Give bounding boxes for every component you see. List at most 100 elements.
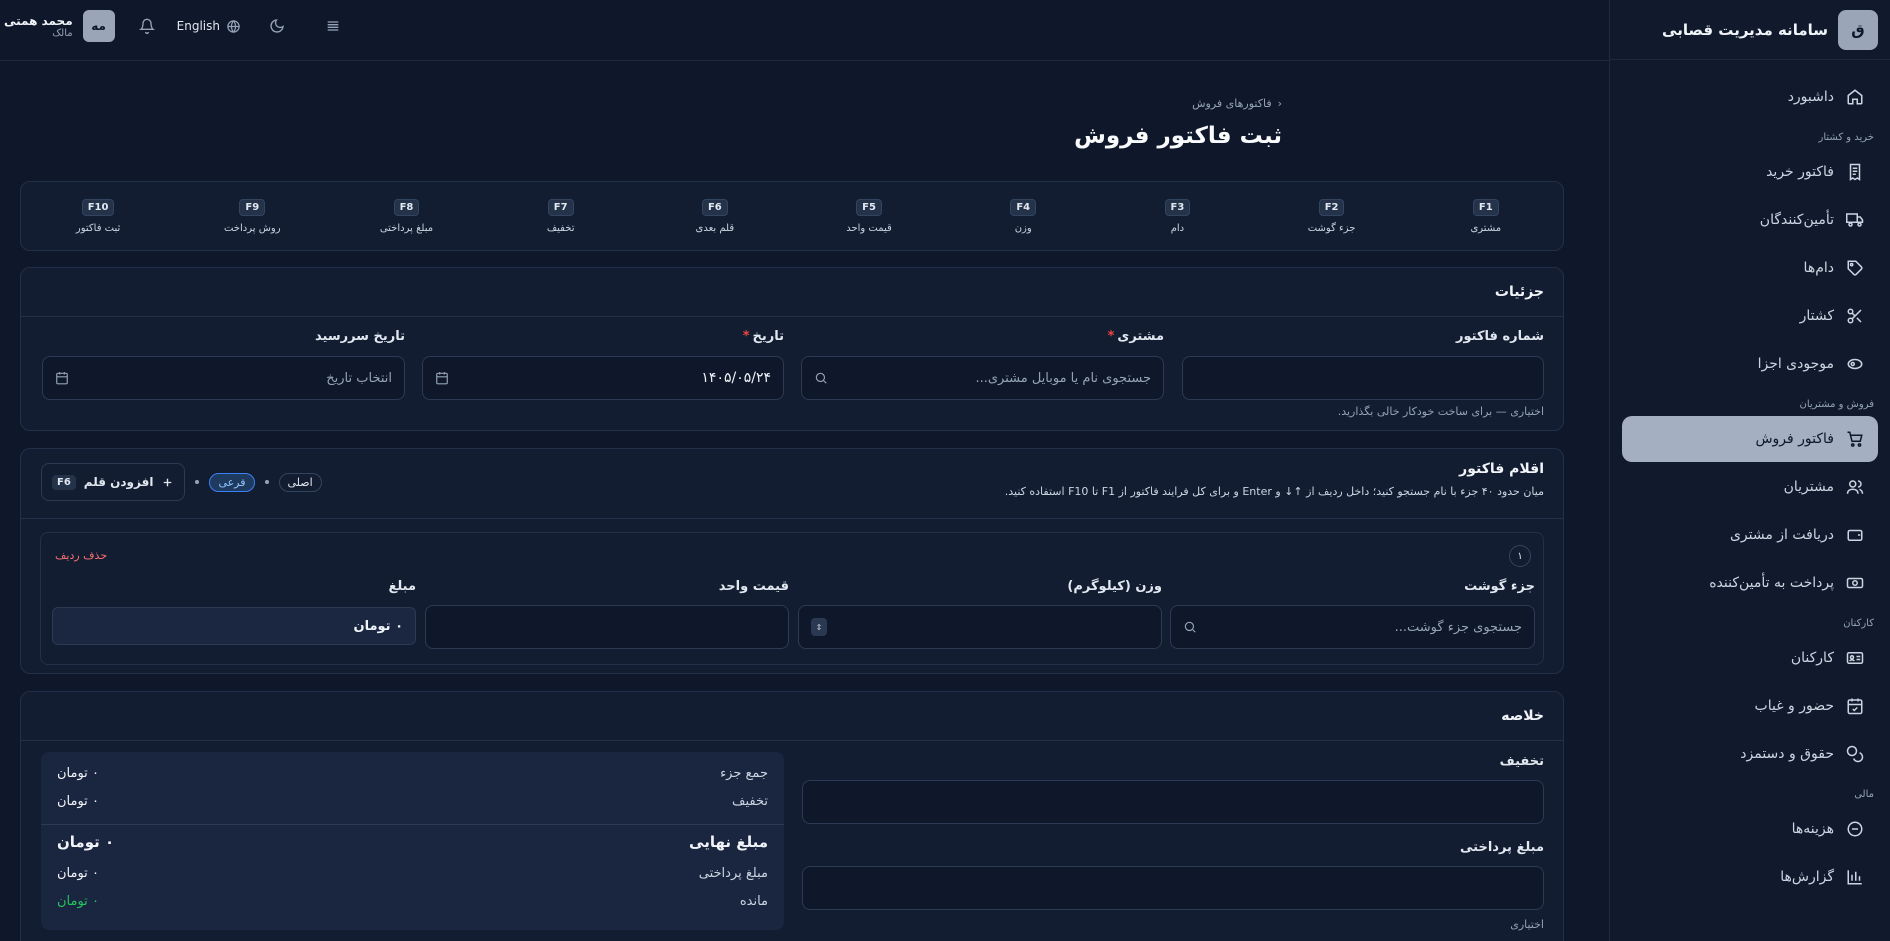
sidebar-item-attendance[interactable]: حضور و غیاب: [1622, 683, 1878, 729]
delete-row-button[interactable]: حذف ردیف: [55, 549, 107, 562]
calendar-icon: [436, 372, 448, 385]
shortcut-key: F4: [1010, 198, 1037, 216]
globe-icon: [227, 19, 240, 33]
sidebar-item-label: کارکنان: [1790, 650, 1834, 666]
due-date-placeholder: انتخاب تاریخ: [326, 370, 392, 386]
part-search-input[interactable]: جستجوی جزء گوشت...: [1170, 605, 1535, 649]
cart-icon: [1847, 431, 1863, 447]
shortcut-key: F7: [547, 198, 574, 216]
bar-chart-icon: [1847, 870, 1862, 885]
weight-input[interactable]: ⇕: [798, 605, 1162, 649]
stepper-icon[interactable]: ⇕: [811, 618, 827, 636]
breadcrumb: ‹ فاکتورهای فروش: [1192, 97, 1282, 110]
sidebar-item-label: حضور و غیاب: [1754, 698, 1834, 714]
shortcut-f10[interactable]: F10 ثبت فاکتور: [38, 198, 158, 234]
calendar-icon: [56, 372, 68, 385]
shortcut-f6[interactable]: F6 قلم بعدی: [655, 198, 775, 234]
shortcut-f5[interactable]: F5 قیمت واحد: [809, 198, 929, 234]
discount-summary-label: تخفیف: [732, 794, 768, 809]
main-content: ‹ فاکتورهای فروش ثبت فاکتور فروش F10 ثبت …: [0, 61, 1609, 941]
shortcuts-bar: F10 ثبت فاکتور F9 روش پرداخت F8 مبلغ پرداخت…: [20, 181, 1564, 251]
sidebar-item-receive-customer[interactable]: دریافت از مشتری: [1622, 512, 1878, 558]
sidebar-toggle-button[interactable]: [319, 12, 347, 40]
brand: ق سامانه مدیریت قصابی: [1610, 0, 1890, 60]
user-info[interactable]: محمد همتی مالک: [4, 14, 73, 39]
tag-sub[interactable]: فرعی: [209, 472, 255, 492]
final-amount-row: مبلغ نهایی ۰ تومان: [57, 833, 768, 851]
shortcut-label: مبلغ پرداختی: [379, 222, 434, 234]
items-description: میان حدود ۴۰ جزء با نام جستجو کنید؛ داخل…: [1004, 485, 1544, 498]
shortcut-label: مشتری: [1470, 222, 1502, 234]
breadcrumb-link[interactable]: فاکتورهای فروش: [1192, 97, 1272, 110]
details-title: جزئیات: [21, 268, 1563, 317]
sidebar-item-purchase-invoice[interactable]: فاکتور خرید: [1622, 149, 1878, 195]
shortcut-f9[interactable]: F9 روش پرداخت: [192, 198, 312, 234]
required-marker: *: [742, 329, 750, 344]
discount-label: تخفیف: [1499, 754, 1544, 769]
unit-price-input[interactable]: [425, 605, 789, 649]
due-date-input[interactable]: انتخاب تاریخ: [42, 356, 405, 400]
sidebar-item-pay-supplier[interactable]: پرداخت به تأمین‌کننده: [1622, 560, 1878, 606]
customer-search-input[interactable]: جستجوی نام یا موبایل مشتری...: [801, 356, 1164, 400]
brand-logo: ق: [1838, 9, 1878, 50]
sidebar-section-staff: کارکنان: [1843, 618, 1874, 629]
home-icon: [1847, 89, 1863, 105]
items-title: اقلام فاکتور: [1459, 461, 1544, 477]
wallet-icon: [1847, 529, 1863, 541]
sidebar-item-employees[interactable]: کارکنان: [1622, 635, 1878, 681]
theme-toggle-button[interactable]: [263, 12, 291, 40]
details-card: جزئیات شماره فاکتور اختیاری — برای ساخت …: [20, 267, 1564, 431]
moon-icon: [270, 19, 284, 33]
sidebar-item-dashboard[interactable]: داشبورد: [1622, 74, 1878, 120]
sidebar-nav: داشبورد خرید و کشتار فاکتور خرید تأمین‌ک…: [1610, 60, 1890, 916]
remaining-row: مانده ۰ تومان: [57, 894, 768, 909]
brand-title: سامانه مدیریت قصابی: [1662, 20, 1828, 39]
part-search-placeholder: جستجوی جزء گوشت...: [1394, 619, 1522, 635]
shortcut-label: قیمت واحد: [846, 222, 892, 234]
chevron-right-icon: ‹: [1277, 97, 1282, 110]
language-switcher[interactable]: English: [177, 19, 241, 34]
date-input[interactable]: ۱۴۰۵/۰۵/۲۴: [422, 356, 784, 400]
sidebar-item-parts-stock[interactable]: موجودی اجزا: [1622, 341, 1878, 387]
discount-input[interactable]: [802, 780, 1544, 824]
unit-price-label: قیمت واحد: [718, 579, 789, 594]
shortcut-label: تخفیف: [546, 222, 575, 234]
required-marker: *: [1107, 329, 1115, 344]
invoice-number-label: شماره فاکتور: [1456, 329, 1544, 344]
sidebar-item-label: فاکتور فروش: [1755, 431, 1834, 447]
avatar[interactable]: مه: [82, 10, 115, 42]
sidebar-item-label: داشبورد: [1787, 89, 1834, 105]
sidebar-item-expenses[interactable]: هزینه‌ها: [1622, 806, 1878, 852]
sidebar: ق سامانه مدیریت قصابی داشبورد خرید و کشت…: [1609, 0, 1890, 941]
separator-dot: [264, 480, 269, 484]
sidebar-item-slaughter[interactable]: کشتار: [1622, 293, 1878, 339]
bell-icon: [138, 18, 155, 34]
invoice-number-input[interactable]: [1182, 356, 1544, 400]
part-label: جزء گوشت: [1464, 579, 1535, 594]
shortcut-key: F3: [1164, 198, 1191, 216]
paid-value: ۰ تومان: [57, 866, 99, 881]
tag-main[interactable]: اصلی: [278, 472, 322, 492]
sidebar-item-reports[interactable]: گزارش‌ها: [1622, 854, 1878, 900]
sidebar-item-suppliers[interactable]: تأمین‌کنندگان: [1622, 197, 1878, 243]
row-number: ۱: [1509, 545, 1531, 567]
subtotal-row: جمع جزء ۰ تومان: [57, 766, 768, 781]
add-item-button[interactable]: افزودن قلم F6: [41, 463, 186, 501]
shortcut-f8[interactable]: F8 مبلغ پرداختی: [346, 198, 466, 234]
payment-amount-label: مبلغ پرداختی: [1460, 840, 1544, 855]
final-amount-label: مبلغ نهایی: [689, 833, 768, 851]
sidebar-item-sales-invoice[interactable]: فاکتور فروش: [1622, 416, 1878, 462]
notifications-button[interactable]: [133, 12, 161, 40]
shortcut-f2[interactable]: F2 جزء گوشت: [1272, 198, 1392, 234]
payment-amount-input[interactable]: [802, 866, 1544, 910]
shortcut-f3[interactable]: F3 دام: [1117, 198, 1237, 234]
shortcut-f1[interactable]: F1 مشتری: [1426, 198, 1546, 234]
totals-panel: جمع جزء ۰ تومان تخفیف ۰ تومان مبلغ نهایی…: [41, 752, 784, 930]
shortcut-f4[interactable]: F4 وزن: [963, 198, 1083, 234]
sidebar-item-livestock[interactable]: دام‌ها: [1622, 245, 1878, 291]
sidebar-item-payroll[interactable]: حقوق و دستمزد: [1622, 731, 1878, 777]
summary-card: خلاصه تخفیف مبلغ پرداختی اختیاری جمع جزء…: [20, 691, 1564, 941]
sidebar-item-customers[interactable]: مشتریان: [1622, 464, 1878, 510]
shortcut-f7[interactable]: F7 تخفیف: [501, 198, 621, 234]
sidebar-item-label: کشتار: [1799, 308, 1834, 324]
